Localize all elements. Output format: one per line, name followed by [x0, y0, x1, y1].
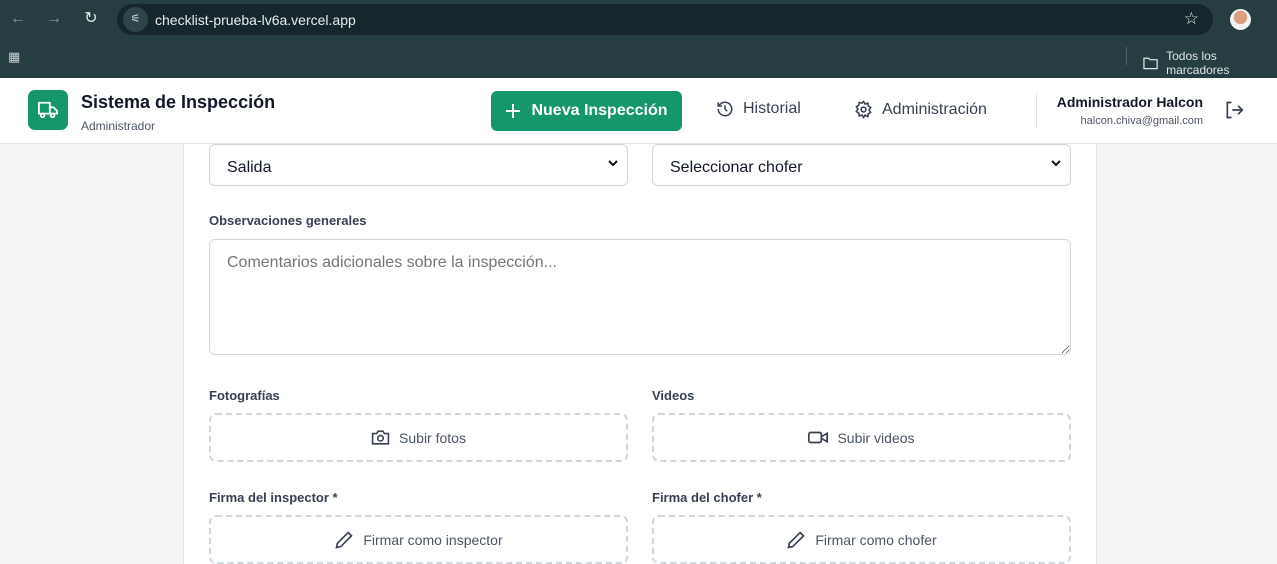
forward-icon[interactable]: →: [44, 9, 64, 29]
profile-avatar[interactable]: [1230, 9, 1251, 30]
chevron-down-icon: [608, 160, 618, 167]
observations-input[interactable]: [209, 239, 1071, 355]
videos-label: Videos: [652, 388, 695, 403]
user-name: Administrador Halcon: [1056, 94, 1203, 110]
logout-icon[interactable]: [1224, 100, 1244, 120]
pencil-icon: [787, 530, 805, 549]
inspection-type-value: Salida: [227, 159, 272, 176]
apps-grid-icon[interactable]: ▦: [8, 49, 20, 65]
divider: [1036, 92, 1037, 128]
driver-select[interactable]: Seleccionar chofer: [652, 144, 1071, 186]
bookmarks-label: Todos los marcadores: [1166, 49, 1230, 77]
pencil-icon: [335, 530, 354, 549]
address-bar[interactable]: ⚟ checklist-prueba-lv6a.vercel.app ☆: [117, 4, 1213, 35]
inspector-signature-label: Firma del inspector *: [209, 490, 338, 505]
gear-icon: [855, 100, 872, 119]
inspection-form: Salida Seleccionar chofer Observaciones …: [183, 144, 1097, 564]
sign-inspector-label: Firmar como inspector: [363, 531, 503, 548]
chevron-down-icon: [1051, 160, 1061, 167]
user-role: Administrador: [81, 119, 156, 133]
app-title: Sistema de Inspección: [81, 92, 276, 112]
driver-value: Seleccionar chofer: [670, 159, 803, 176]
site-info-icon[interactable]: ⚟: [123, 7, 148, 32]
bookmark-star-icon[interactable]: ☆: [1184, 9, 1199, 29]
camera-icon: [371, 430, 390, 445]
sign-driver-label: Firmar como chofer: [815, 531, 937, 548]
upload-photos-button[interactable]: Subir fotos: [209, 413, 628, 462]
all-bookmarks[interactable]: Todos los marcadores: [1143, 49, 1277, 77]
user-email: halcon.chiva@gmail.com: [1080, 115, 1203, 127]
browser-chrome: ← → ↻ ⚟ checklist-prueba-lv6a.vercel.app…: [0, 0, 1277, 78]
nav-history[interactable]: Historial: [716, 100, 801, 118]
app-header: Sistema de Inspección Administrador Nuev…: [0, 78, 1277, 144]
observations-label: Observaciones generales: [209, 213, 367, 228]
folder-icon: [1143, 57, 1158, 70]
upload-videos-button[interactable]: Subir videos: [652, 413, 1071, 462]
video-camera-icon: [808, 431, 829, 444]
divider: [1126, 47, 1127, 65]
history-label: Historial: [743, 100, 801, 117]
administration-label: Administración: [882, 100, 987, 118]
upload-photos-label: Subir fotos: [399, 429, 466, 446]
browser-toolbar: ← → ↻ ⚟ checklist-prueba-lv6a.vercel.app…: [0, 0, 1277, 38]
sign-driver-button[interactable]: Firmar como chofer: [652, 515, 1071, 564]
inspection-type-select[interactable]: Salida: [209, 144, 628, 186]
plus-icon: [506, 104, 521, 118]
photos-label: Fotografías: [209, 388, 280, 403]
reload-icon[interactable]: ↻: [81, 9, 101, 29]
history-icon: [717, 101, 733, 117]
nav-administration[interactable]: Administración: [854, 100, 987, 119]
upload-videos-label: Subir videos: [837, 429, 915, 446]
back-icon[interactable]: ←: [8, 9, 28, 29]
url-text: checklist-prueba-lv6a.vercel.app: [155, 12, 356, 28]
truck-icon: [28, 90, 68, 130]
new-inspection-button[interactable]: Nueva Inspección: [491, 91, 682, 131]
sign-inspector-button[interactable]: Firmar como inspector: [209, 515, 628, 564]
new-inspection-label: Nueva Inspección: [531, 102, 668, 119]
driver-signature-label: Firma del chofer *: [652, 490, 762, 505]
